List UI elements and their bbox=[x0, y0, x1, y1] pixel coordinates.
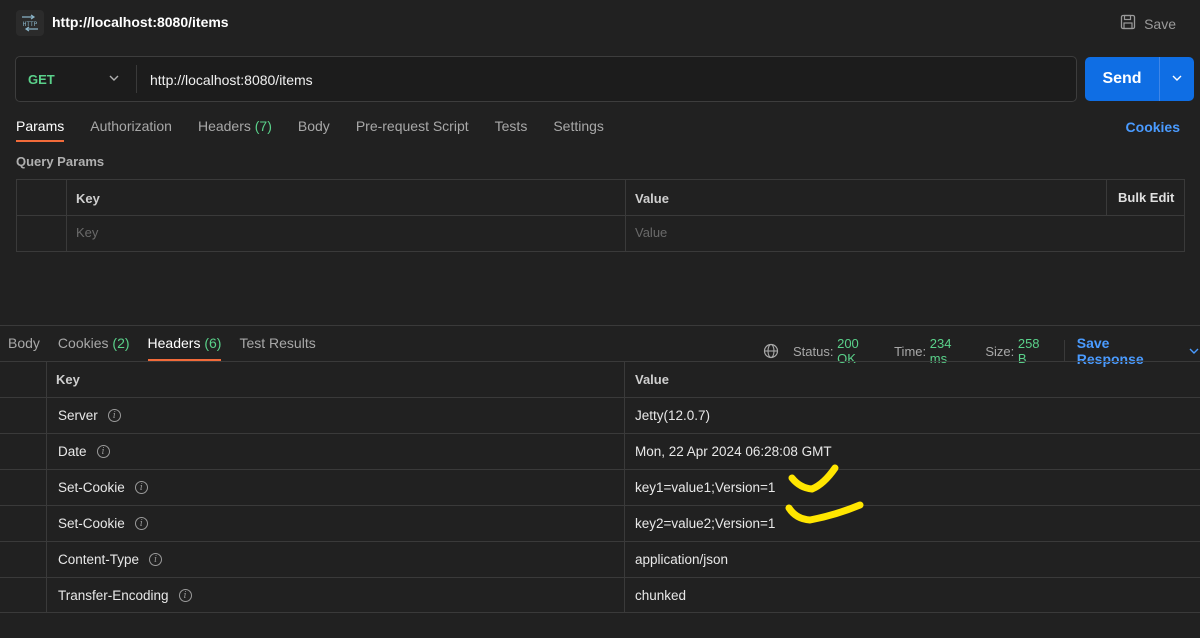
pane-divider[interactable] bbox=[0, 325, 1200, 326]
table-header-row: Key Value bbox=[0, 361, 1200, 397]
save-button[interactable]: Save bbox=[1120, 14, 1176, 33]
header-value: Mon, 22 Apr 2024 06:28:08 GMT bbox=[635, 444, 832, 459]
info-icon[interactable]: i bbox=[134, 517, 148, 530]
save-label: Save bbox=[1144, 15, 1176, 32]
header-key: Content-Type i bbox=[58, 552, 163, 567]
chevron-down-icon bbox=[1188, 345, 1200, 357]
info-icon[interactable]: i bbox=[149, 553, 163, 566]
column-header-value: Value bbox=[635, 191, 669, 206]
info-icon[interactable]: i bbox=[178, 589, 192, 602]
table-row: Server i Jetty(12.0.7) bbox=[0, 397, 1200, 433]
tab-response-cookies[interactable]: Cookies (2) bbox=[58, 335, 130, 361]
response-headers-table: Key Value Server i Jetty(12.0.7) Date i Mo… bbox=[0, 361, 1200, 613]
query-params-title: Query Params bbox=[16, 154, 105, 169]
tab-response-headers[interactable]: Headers (6) bbox=[147, 335, 221, 361]
column-header-key: Key bbox=[56, 372, 80, 387]
query-params-table: Key Value Bulk Edit Key Value bbox=[16, 179, 1185, 252]
info-icon[interactable]: i bbox=[134, 481, 148, 494]
header-key: Set-Cookie i bbox=[58, 516, 148, 531]
column-header-value: Value bbox=[635, 372, 669, 387]
http-icon: HTTP bbox=[16, 10, 44, 36]
header-value: application/json bbox=[635, 552, 729, 567]
bulk-edit-button[interactable]: Bulk Edit bbox=[1118, 190, 1174, 205]
header-value: key2=value2;Version=1 bbox=[635, 516, 776, 531]
chevron-down-icon bbox=[1171, 71, 1183, 87]
divider bbox=[1106, 180, 1107, 215]
table-row: Transfer-Encoding i chunked bbox=[0, 577, 1200, 613]
info-icon[interactable]: i bbox=[107, 409, 121, 422]
table-row: Content-Type i application/json bbox=[0, 541, 1200, 577]
header-key: Server i bbox=[58, 408, 121, 423]
send-button[interactable]: Send bbox=[1085, 57, 1159, 101]
header-key: Transfer-Encoding i bbox=[58, 588, 192, 603]
table-row: Set-Cookie i key2=value2;Version=1 bbox=[0, 505, 1200, 541]
url-input[interactable] bbox=[150, 69, 1050, 91]
divider bbox=[1063, 340, 1065, 362]
info-icon[interactable]: i bbox=[96, 445, 110, 458]
tab-test-results[interactable]: Test Results bbox=[239, 335, 315, 361]
globe-icon[interactable] bbox=[763, 343, 779, 359]
time-label: Time: bbox=[894, 343, 927, 359]
url-bar: GET bbox=[15, 56, 1077, 102]
tab-response-body[interactable]: Body bbox=[8, 335, 40, 361]
column-header-key: Key bbox=[76, 191, 100, 206]
tab-body[interactable]: Body bbox=[298, 118, 330, 142]
table-row: Set-Cookie i key1=value1;Version=1 bbox=[0, 469, 1200, 505]
request-title: http://localhost:8080/items bbox=[52, 14, 229, 30]
response-tabs: Body Cookies (2) Headers (6) Test Result… bbox=[8, 335, 334, 361]
tab-tests[interactable]: Tests bbox=[495, 118, 528, 142]
header-value: chunked bbox=[635, 588, 687, 603]
request-tabs: Params Authorization Headers (7) Body Pr… bbox=[16, 118, 630, 142]
status-label: Status: bbox=[793, 343, 834, 359]
divider bbox=[625, 180, 626, 251]
header-value: Jetty(12.0.7) bbox=[635, 408, 711, 423]
tab-settings[interactable]: Settings bbox=[553, 118, 604, 142]
divider bbox=[66, 180, 67, 251]
cookies-link[interactable]: Cookies bbox=[1126, 119, 1180, 135]
method-select[interactable]: GET bbox=[28, 72, 55, 87]
divider bbox=[17, 215, 1184, 216]
send-options-button[interactable] bbox=[1160, 57, 1194, 101]
chevron-down-icon[interactable] bbox=[108, 71, 120, 87]
tab-authorization[interactable]: Authorization bbox=[90, 118, 172, 142]
size-label: Size: bbox=[985, 343, 1015, 359]
top-bar: HTTP http://localhost:8080/items Save bbox=[0, 0, 1200, 46]
tab-pre-request-script[interactable]: Pre-request Script bbox=[356, 118, 469, 142]
tab-params[interactable]: Params bbox=[16, 118, 65, 142]
table-row: Date i Mon, 22 Apr 2024 06:28:08 GMT bbox=[0, 433, 1200, 469]
header-value: key1=value1;Version=1 bbox=[635, 480, 776, 495]
header-key: Date i bbox=[58, 444, 110, 459]
svg-text:HTTP: HTTP bbox=[23, 21, 38, 28]
divider bbox=[136, 65, 137, 93]
tab-headers[interactable]: Headers (7) bbox=[198, 118, 272, 142]
value-input[interactable]: Value bbox=[635, 225, 667, 240]
header-key: Set-Cookie i bbox=[58, 480, 148, 495]
send-button-group: Send bbox=[1085, 57, 1194, 101]
save-icon bbox=[1120, 14, 1136, 33]
key-input[interactable]: Key bbox=[76, 225, 98, 240]
